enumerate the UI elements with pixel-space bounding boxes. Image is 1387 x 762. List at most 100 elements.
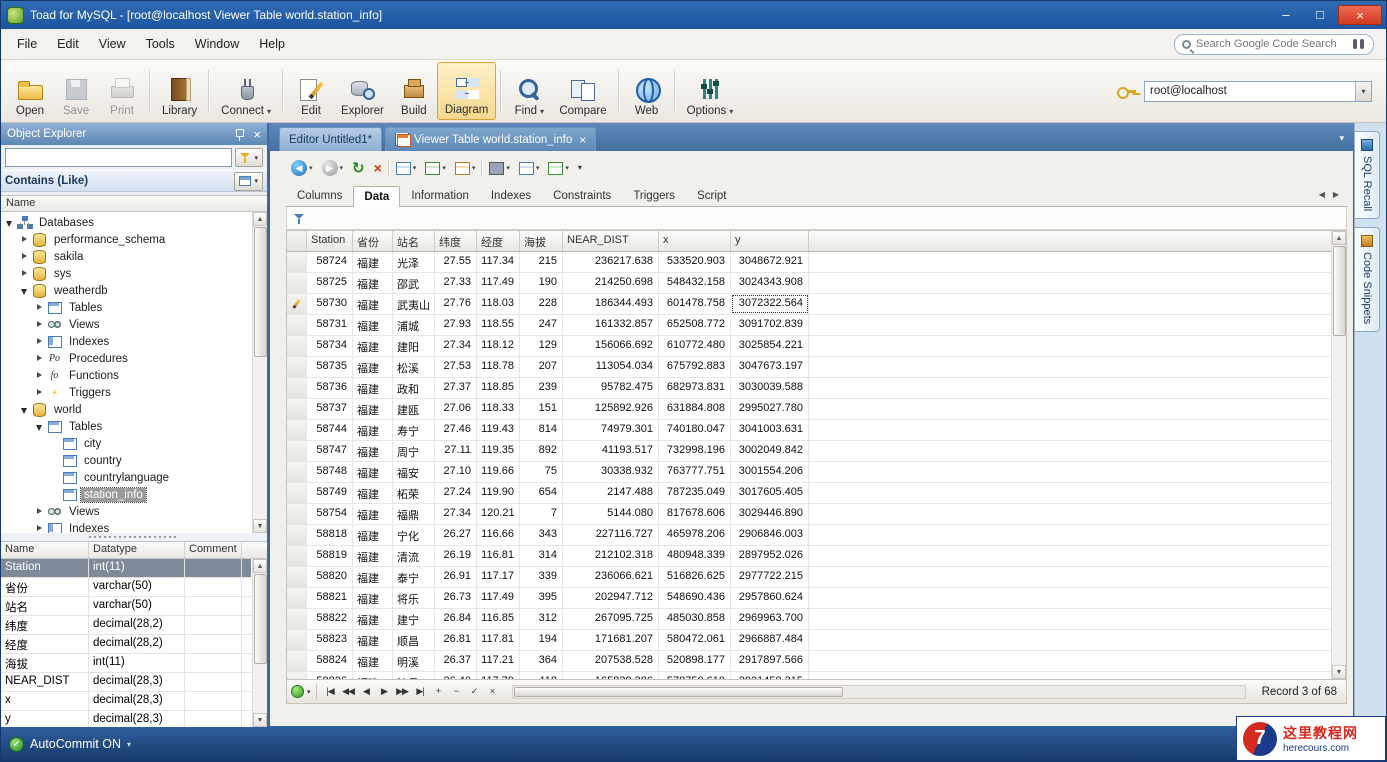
view-options-button[interactable]: ▾ — [234, 172, 263, 191]
row-selector[interactable] — [287, 252, 307, 272]
row-selector[interactable] — [287, 441, 307, 461]
grid-cell[interactable]: 212102.318 — [563, 546, 659, 566]
grid-cell[interactable]: 533520.903 — [659, 252, 731, 272]
row-selector[interactable] — [287, 609, 307, 629]
dropdown-arrow-icon[interactable]: ▾ — [267, 107, 271, 116]
grid-column-header[interactable]: 纬度 — [435, 231, 477, 251]
row-selector[interactable] — [287, 630, 307, 650]
grid-row[interactable]: 58754 福建 福鼎 27.34 120.21 7 5144.080 8176… — [287, 504, 1331, 525]
grid-cell[interactable]: 2969963.700 — [731, 609, 809, 629]
grid-cell[interactable]: 58821 — [307, 588, 353, 608]
grid-row[interactable]: 58824 福建 明溪 26.37 117.21 364 207538.528 … — [287, 651, 1331, 672]
grid-cell[interactable]: 194 — [520, 630, 563, 650]
grid-cell[interactable]: 福建 — [353, 504, 393, 524]
grid-cell[interactable]: 892 — [520, 441, 563, 461]
toolbar-button[interactable]: Build ▾ — [391, 62, 437, 120]
grid-cell[interactable]: 207 — [520, 357, 563, 377]
toolbar-button[interactable]: Print ▾ — [99, 62, 145, 120]
grid-cell[interactable]: 2921458.315 — [731, 672, 809, 679]
grid-cell[interactable]: 福建 — [353, 630, 393, 650]
grid-cell[interactable]: 福建 — [353, 651, 393, 671]
scrollbar-thumb[interactable] — [514, 687, 843, 697]
column-definition-row[interactable]: 站名 varchar(50) — [1, 597, 251, 616]
grid-cell[interactable]: 建瓯 — [393, 399, 435, 419]
grid-cell[interactable]: 3048672.921 — [731, 252, 809, 272]
side-tab[interactable]: Code Snippets — [1355, 227, 1380, 332]
grid-row[interactable]: 58822 福建 建宁 26.84 116.85 312 267095.725 … — [287, 609, 1331, 630]
record-nav-button[interactable]: |◀ — [322, 683, 339, 700]
grid-cell[interactable]: 58735 — [307, 357, 353, 377]
grid-cell[interactable]: 邵武 — [393, 273, 435, 293]
scroll-up-icon[interactable]: ▲ — [1332, 231, 1346, 245]
grid-cell[interactable]: 武夷山 — [393, 294, 435, 314]
grid-cell[interactable]: 26.40 — [435, 672, 477, 679]
grid-row[interactable]: 58826 福建 沙县 26.40 117.79 118 165839.386 … — [287, 672, 1331, 679]
grid-cell[interactable]: 118.78 — [477, 357, 520, 377]
grid-cell[interactable]: 58737 — [307, 399, 353, 419]
column-definition-row[interactable]: NEAR_DIST decimal(28,3) — [1, 673, 251, 692]
grid-cell[interactable]: 118.03 — [477, 294, 520, 314]
record-status-icon[interactable] — [291, 685, 304, 698]
grid-cell[interactable]: 343 — [520, 525, 563, 545]
grid-cell[interactable]: 福建 — [353, 525, 393, 545]
grid-cell[interactable]: 58736 — [307, 378, 353, 398]
scroll-down-icon[interactable]: ▼ — [253, 519, 267, 533]
row-selector[interactable] — [287, 462, 307, 482]
grid-cell[interactable]: 27.24 — [435, 483, 477, 503]
scrollbar-thumb[interactable] — [1333, 246, 1346, 336]
grid-cell[interactable]: 520898.177 — [659, 651, 731, 671]
grid-cell[interactable]: 239 — [520, 378, 563, 398]
tree-item[interactable]: Indexes — [1, 333, 251, 350]
grid-cell[interactable]: 3047673.197 — [731, 357, 809, 377]
grid-cell[interactable]: 58749 — [307, 483, 353, 503]
grid-cell[interactable]: 26.27 — [435, 525, 477, 545]
viewer-toolbar-button[interactable]: ▶▾ — [319, 157, 347, 179]
grid-cell[interactable]: 3030039.588 — [731, 378, 809, 398]
toolbar-button[interactable]: ▾ — [208, 70, 210, 112]
grid-cell[interactable]: 116.81 — [477, 546, 520, 566]
grid-cell[interactable]: 151 — [520, 399, 563, 419]
viewer-tab[interactable]: Columns — [286, 185, 353, 206]
grid-cell[interactable]: 福建 — [353, 315, 393, 335]
grid-cell[interactable]: 福鼎 — [393, 504, 435, 524]
grid-cell[interactable]: 58731 — [307, 315, 353, 335]
row-selector[interactable] — [287, 651, 307, 671]
tab-scroll-left-icon[interactable]: ◀ — [1315, 190, 1329, 199]
grid-row[interactable]: 58749 福建 柘荣 27.24 119.90 654 2147.488 78… — [287, 483, 1331, 504]
grid-cell[interactable]: 763777.751 — [659, 462, 731, 482]
tree-item[interactable]: performance_schema — [1, 231, 251, 248]
grid-cell[interactable]: 41193.517 — [563, 441, 659, 461]
record-nav-button[interactable]: − — [448, 683, 465, 700]
toolbar-button[interactable]: Open ▾ — [7, 62, 53, 120]
dropdown-arrow-icon[interactable]: ▾ — [729, 107, 733, 116]
grid-cell[interactable]: 817678.606 — [659, 504, 731, 524]
binoculars-icon[interactable] — [1353, 39, 1366, 49]
viewer-toolbar-button[interactable]: ▾ — [422, 157, 449, 179]
toolbar-button[interactable]: Library ▾ — [155, 62, 204, 120]
grid-row[interactable]: 58736 福建 政和 27.37 118.85 239 95782.475 6… — [287, 378, 1331, 399]
grid-cell[interactable]: 247 — [520, 315, 563, 335]
grid-cell[interactable]: 福建 — [353, 399, 393, 419]
column-definition-row[interactable]: x decimal(28,3) — [1, 692, 251, 711]
grid-cell[interactable]: 58747 — [307, 441, 353, 461]
scrollbar-thumb[interactable] — [254, 227, 267, 357]
tree-expander-icon[interactable] — [35, 524, 45, 534]
grid-cell[interactable]: 116.66 — [477, 525, 520, 545]
grid-cell[interactable]: 118.12 — [477, 336, 520, 356]
grid-cell[interactable]: 福建 — [353, 483, 393, 503]
grid-cell[interactable]: 58826 — [307, 672, 353, 679]
record-nav-button[interactable]: ▶▶ — [394, 683, 411, 700]
viewer-toolbar-button[interactable]: ▾▾ — [575, 157, 585, 179]
grid-row[interactable]: 58823 福建 顺昌 26.81 117.81 194 171681.207 … — [287, 630, 1331, 651]
grid-cell[interactable]: 26.37 — [435, 651, 477, 671]
grid-cell[interactable]: 117.49 — [477, 273, 520, 293]
maximize-button[interactable]: □ — [1304, 5, 1336, 25]
grid-cell[interactable]: 214250.698 — [563, 273, 659, 293]
grid-cell[interactable]: 7 — [520, 504, 563, 524]
grid-cell[interactable]: 泰宁 — [393, 567, 435, 587]
grid-column-header[interactable]: 经度 — [477, 231, 520, 251]
columns-panel-header[interactable]: Name — [1, 542, 89, 558]
grid-cell[interactable]: 58823 — [307, 630, 353, 650]
select-all-corner[interactable] — [287, 231, 307, 251]
toolbar-button[interactable]: Explorer ▾ — [334, 62, 391, 120]
